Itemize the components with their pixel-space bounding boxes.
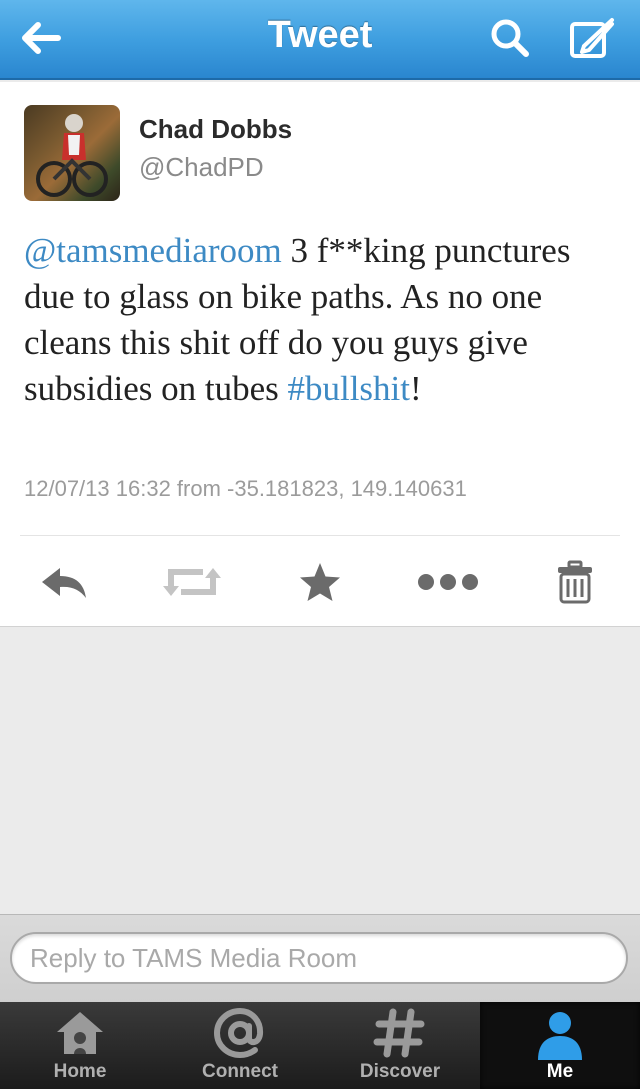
tab-connect[interactable]: Connect xyxy=(160,1002,320,1089)
user-profile-icon xyxy=(533,1008,587,1067)
tab-me[interactable]: Me xyxy=(480,1002,640,1089)
home-icon xyxy=(53,1008,107,1063)
mention-link[interactable]: @tamsmediaroom xyxy=(24,231,282,270)
tweet-text: @tamsmediaroom 3 f**king punctures due t… xyxy=(24,228,624,412)
tab-connect-label: Connect xyxy=(202,1061,278,1082)
tab-me-label: Me xyxy=(546,1061,574,1082)
tab-discover-label: Discover xyxy=(359,1061,441,1082)
more-options-icon[interactable] xyxy=(414,556,482,608)
tab-bar: Home Connect Discover Me xyxy=(0,1002,640,1089)
hashtag-icon xyxy=(373,1008,427,1063)
tab-home[interactable]: Home xyxy=(0,1002,160,1089)
tweet-detail-card: Chad Dobbs @ChadPD @tamsmediaroom 3 f**k… xyxy=(0,82,640,627)
tab-home-label: Home xyxy=(53,1061,107,1082)
author-handle[interactable]: @ChadPD xyxy=(139,152,264,183)
delete-trash-icon[interactable] xyxy=(552,556,598,608)
retweet-icon[interactable] xyxy=(160,556,224,608)
tab-discover[interactable]: Discover xyxy=(320,1002,480,1089)
tweet-timestamp-location[interactable]: 12/07/13 16:32 from -35.181823, 149.1406… xyxy=(24,476,467,502)
reply-icon[interactable] xyxy=(36,556,92,608)
hashtag-link[interactable]: #bullshit xyxy=(287,369,410,408)
divider xyxy=(20,535,620,536)
search-icon[interactable] xyxy=(488,16,532,65)
reply-input[interactable] xyxy=(10,932,628,984)
tweet-body-end: ! xyxy=(410,369,422,408)
favorite-star-icon[interactable] xyxy=(296,556,344,608)
compose-icon[interactable] xyxy=(568,16,618,65)
author-name[interactable]: Chad Dobbs xyxy=(139,114,292,145)
page-title: Tweet xyxy=(267,14,373,56)
nav-bar: Tweet xyxy=(0,0,640,80)
reply-bar xyxy=(0,914,640,1003)
avatar[interactable] xyxy=(24,105,120,201)
at-sign-icon xyxy=(213,1007,267,1063)
